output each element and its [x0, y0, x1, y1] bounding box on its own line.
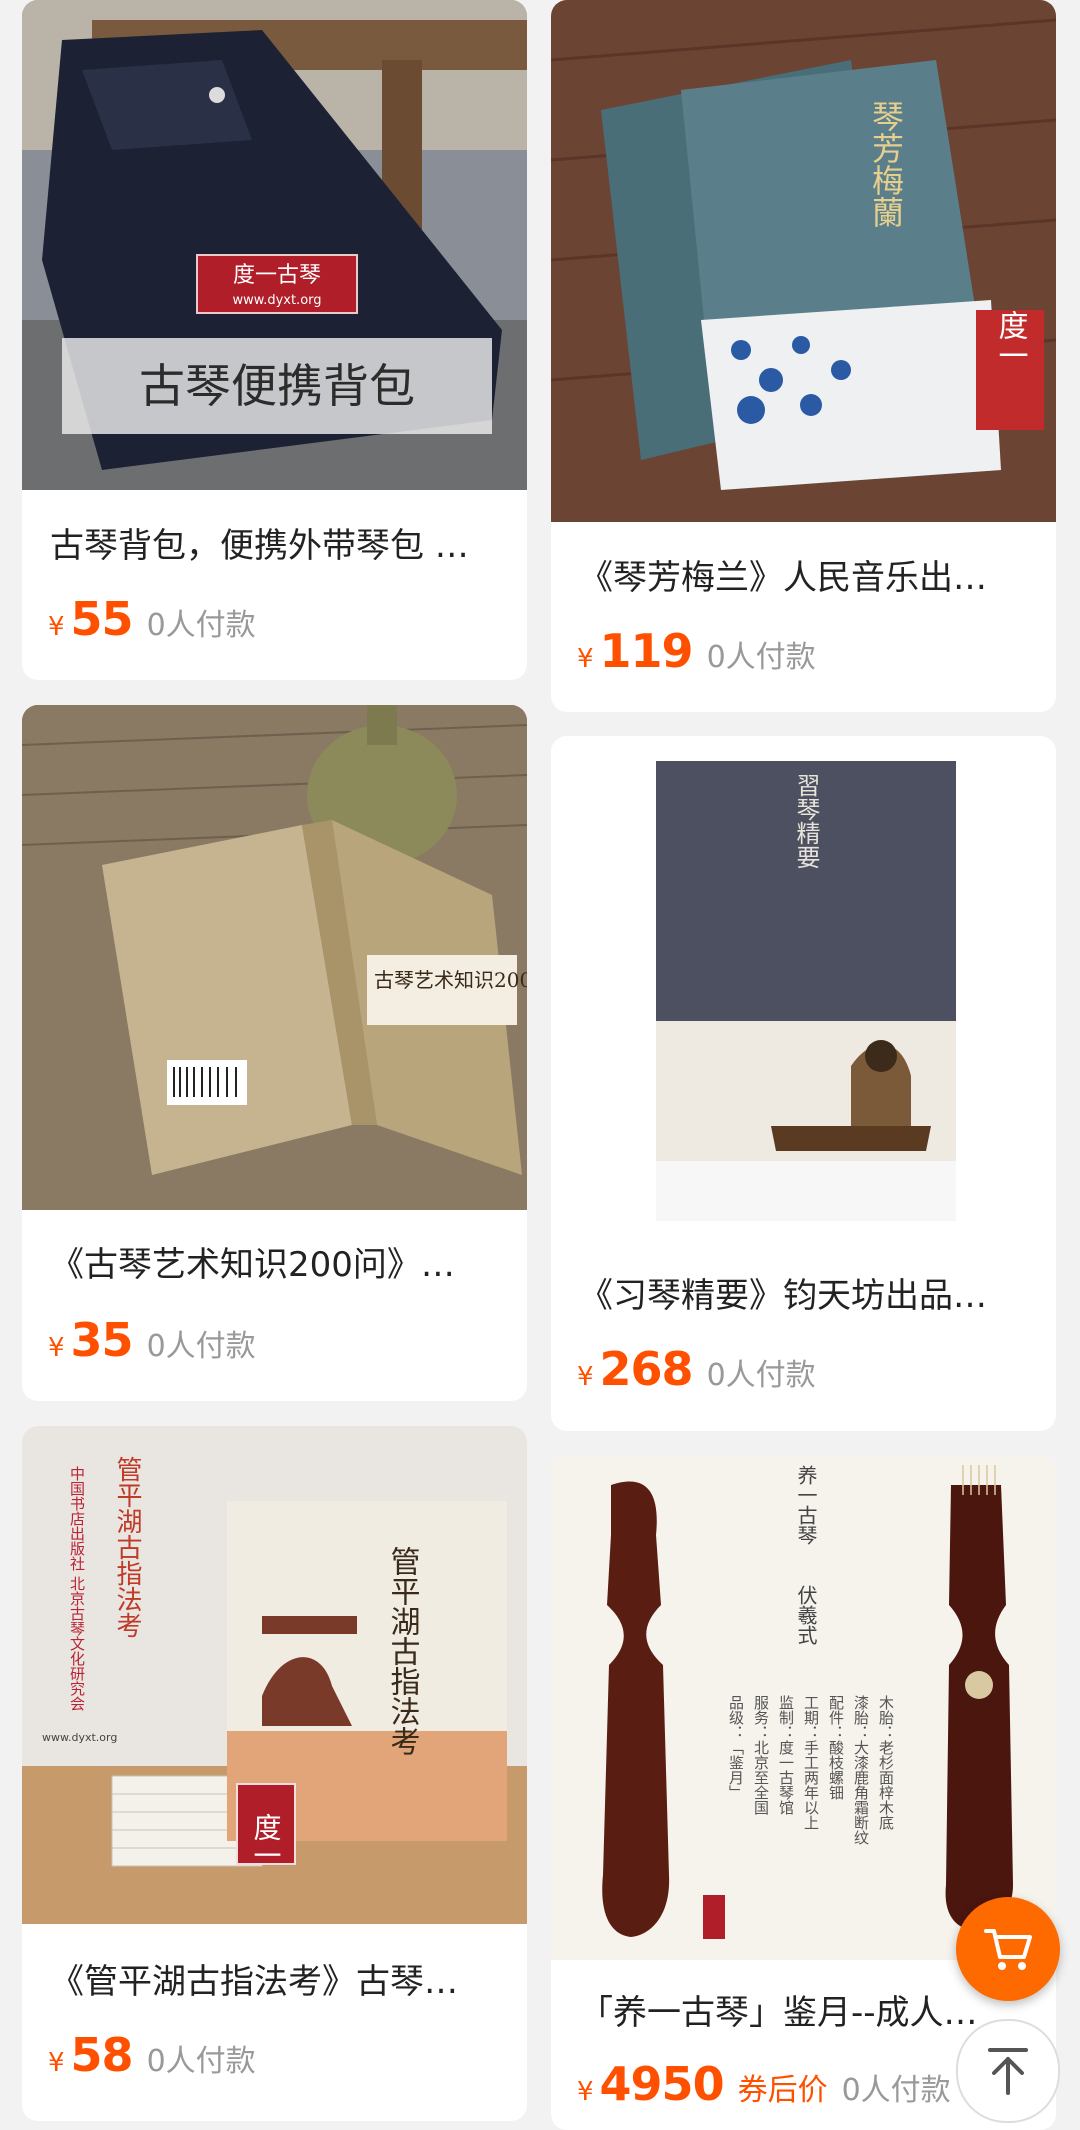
- currency-symbol: ¥: [577, 644, 594, 674]
- product-title[interactable]: 《习琴精要》钧天坊出品…: [579, 1268, 1036, 1317]
- book-cover-title: 琴芳梅蘭: [867, 100, 905, 228]
- image-heading: 养一古琴: [794, 1465, 818, 1545]
- product-title[interactable]: 「养一古琴」鉴月--成人…: [579, 1985, 1036, 2034]
- spec-line: 工期：手工两年以上: [802, 1695, 820, 1830]
- product-title[interactable]: 《管平湖古指法考》古琴…: [50, 1954, 507, 2003]
- seal: 度一: [993, 310, 1028, 370]
- product-title[interactable]: 《古琴艺术知识200问》…: [50, 1237, 507, 1286]
- price-row: ¥ 4950 券后价 0人付款: [577, 2057, 951, 2111]
- seal: 度一: [250, 1813, 283, 1869]
- product-price: 58: [70, 2028, 134, 2082]
- spec-line: 配件：酸枝螺钿: [827, 1695, 845, 1800]
- book-cover-title: 管平湖古指法考: [385, 1546, 421, 1756]
- product-image[interactable]: 習琴精要: [551, 736, 1056, 1241]
- product-card[interactable]: 度一古琴 www.dyxt.org 古琴便携背包 古琴背包，便携外带琴包 … ¥…: [22, 0, 527, 680]
- side-banner: 管平湖古指法考: [112, 1456, 142, 1638]
- product-image[interactable]: 古琴艺术知识200问: [22, 705, 527, 1210]
- side-text: 中国书店出版社 北京古琴文化研究会: [68, 1466, 86, 1711]
- product-price: 55: [70, 592, 134, 646]
- product-title[interactable]: 古琴背包，便携外带琴包 …: [50, 518, 507, 567]
- product-image[interactable]: 琴芳梅蘭 度一: [551, 0, 1056, 522]
- sales-count: 0人付款: [841, 2073, 951, 2108]
- sales-count: 0人付款: [706, 1358, 816, 1393]
- sales-count: 0人付款: [146, 2044, 256, 2079]
- arrow-up-icon: [988, 2048, 1028, 2095]
- sales-count: 0人付款: [146, 608, 256, 643]
- price-row: ¥ 58 0人付款: [48, 2028, 256, 2082]
- product-price: 4950: [599, 2057, 725, 2111]
- product-price: 268: [599, 1342, 694, 1396]
- spec-line: 监制：度一古琴馆: [777, 1695, 795, 1815]
- product-card[interactable]: 琴芳梅蘭 度一 《琴芳梅兰》人民音乐出… ¥ 119 0人付款: [551, 0, 1056, 712]
- currency-symbol: ¥: [577, 2077, 594, 2107]
- currency-symbol: ¥: [577, 1362, 594, 1392]
- product-card[interactable]: 中国书店出版社 北京古琴文化研究会 管平湖古指法考 www.dyxt.org 管…: [22, 1426, 527, 2121]
- side-url: www.dyxt.org: [42, 1731, 117, 1744]
- badge-title: 度一古琴: [233, 263, 321, 288]
- product-card[interactable]: 習琴精要 《习琴精要》钧天坊出品… ¥ 268 0人付款: [551, 736, 1056, 1431]
- image-caption: 古琴便携背包: [139, 359, 415, 413]
- price-row: ¥ 119 0人付款: [577, 624, 816, 678]
- currency-symbol: ¥: [48, 612, 65, 642]
- currency-symbol: ¥: [48, 2048, 65, 2078]
- product-price: 35: [70, 1313, 134, 1367]
- price-row: ¥ 268 0人付款: [577, 1342, 816, 1396]
- coupon-price-label: 券后价: [737, 2073, 828, 2108]
- cart-icon: [984, 1929, 1032, 1970]
- product-image[interactable]: 度一古琴 www.dyxt.org 古琴便携背包: [22, 0, 527, 490]
- cart-button[interactable]: [956, 1897, 1060, 2001]
- book-cover-title: 習琴精要: [792, 773, 820, 869]
- product-title[interactable]: 《琴芳梅兰》人民音乐出…: [579, 550, 1036, 599]
- badge-url: www.dyxt.org: [232, 293, 321, 308]
- product-card[interactable]: 古琴艺术知识200问 《古琴艺术知识200问》… ¥ 35 0人付款: [22, 705, 527, 1401]
- spec-line: 漆胎：大漆鹿角霜断纹: [852, 1695, 870, 1845]
- product-price: 119: [599, 624, 694, 678]
- book-cover-title: 古琴艺术知识200问: [374, 968, 527, 992]
- price-row: ¥ 35 0人付款: [48, 1313, 256, 1367]
- price-row: ¥ 55 0人付款: [48, 592, 256, 646]
- back-to-top-button[interactable]: [956, 2019, 1060, 2123]
- product-image[interactable]: 养一古琴 伏羲式 木胎：老杉面梓木底 漆胎：大漆鹿角霜断纹 配件：酸枝螺钿 工期…: [551, 1455, 1056, 1960]
- spec-line: 品级：「鉴月」: [727, 1695, 745, 1800]
- image-style: 伏羲式: [794, 1585, 818, 1645]
- spec-line: 服务：北京至全国: [752, 1695, 770, 1815]
- spec-line: 木胎：老杉面梓木底: [877, 1695, 895, 1831]
- sales-count: 0人付款: [146, 1329, 256, 1364]
- product-grid: 度一古琴 www.dyxt.org 古琴便携背包 古琴背包，便携外带琴包 … ¥…: [0, 0, 1080, 2130]
- sales-count: 0人付款: [706, 640, 816, 675]
- product-image[interactable]: 中国书店出版社 北京古琴文化研究会 管平湖古指法考 www.dyxt.org 管…: [22, 1426, 527, 1924]
- currency-symbol: ¥: [48, 1333, 65, 1363]
